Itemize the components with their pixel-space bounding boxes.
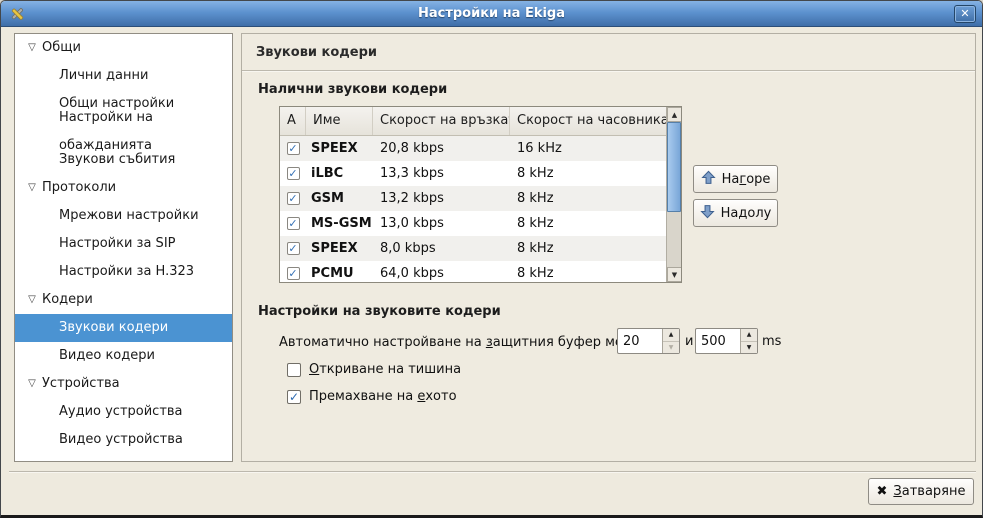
scroll-down-icon: ▼: [672, 271, 677, 279]
up-arrow-icon: [701, 170, 716, 189]
jitter-min-input[interactable]: [618, 329, 662, 353]
close-x-icon: ✖: [877, 484, 888, 499]
codec-checkbox[interactable]: ✓: [287, 192, 300, 205]
available-codecs-label: Налични звукови кодери: [258, 82, 447, 97]
sidebar-group-devices[interactable]: ▽ Устройства: [15, 370, 232, 398]
sidebar-item-call-options[interactable]: Настройки на обажданията: [15, 118, 232, 146]
codec-checkbox[interactable]: ✓: [287, 217, 300, 230]
sidebar-group-codecs[interactable]: ▽ Кодери: [15, 286, 232, 314]
table-row[interactable]: ✓ iLBC 13,3 kbps 8 kHz: [280, 161, 668, 186]
spin-down-icon: ▼: [669, 344, 674, 351]
sidebar-item-h323-settings[interactable]: Настройки за H.323: [15, 258, 232, 286]
close-button[interactable]: ✖ Затваряне: [868, 478, 974, 505]
close-icon: ✕: [960, 7, 969, 20]
codec-table: A Име Скорост на връзката Скорост на час…: [279, 106, 682, 283]
move-up-label: Нагоре: [722, 172, 771, 187]
jitter-buffer-label: Автоматично настройване на защитния буфе…: [279, 335, 651, 350]
codec-checkbox[interactable]: ✓: [287, 267, 300, 280]
scroll-down-button[interactable]: ▼: [667, 267, 682, 282]
move-down-label: Надолу: [721, 206, 772, 221]
window-title: Настройки на Ekiga: [1, 6, 982, 21]
column-header-name[interactable]: Име: [306, 107, 373, 135]
table-row[interactable]: ✓ SPEEX 20,8 kbps 16 kHz: [280, 136, 668, 161]
column-header-bandwidth[interactable]: Скорост на връзката: [373, 107, 510, 135]
codec-checkbox[interactable]: ✓: [287, 167, 300, 180]
table-row[interactable]: ✓ GSM 13,2 kbps 8 kHz: [280, 186, 668, 211]
move-up-button[interactable]: Нагоре: [693, 165, 778, 193]
table-row[interactable]: ✓ SPEEX 8,0 kbps 8 kHz: [280, 236, 668, 261]
title-separator: [242, 70, 975, 72]
main-panel: Звукови кодери Налични звукови кодери A …: [241, 33, 976, 462]
jitter-max-input[interactable]: [696, 329, 740, 353]
scroll-up-icon: ▲: [672, 111, 677, 119]
echo-cancellation-checkbox[interactable]: ✓: [287, 390, 301, 404]
silence-detection-checkbox[interactable]: [287, 363, 301, 377]
tools-icon: [8, 5, 26, 23]
down-arrow-icon: [700, 204, 715, 223]
silence-detection-row: Откриване на тишина: [287, 362, 461, 377]
sidebar-group-protocols[interactable]: ▽ Протоколи: [15, 174, 232, 202]
echo-cancellation-label: Премахване на ехото: [309, 389, 457, 404]
table-scrollbar[interactable]: ▲ ▼: [666, 107, 681, 282]
footer-separator: [9, 471, 976, 473]
sidebar-group-general[interactable]: ▽ Общи: [15, 34, 232, 62]
codec-checkbox[interactable]: ✓: [287, 242, 300, 255]
table-row[interactable]: ✓ PCMU 64,0 kbps 8 kHz: [280, 261, 668, 283]
spin-up-button[interactable]: ▲: [663, 329, 679, 341]
jitter-min-spinner: ▲ ▼: [617, 328, 680, 354]
jitter-unit-label: ms: [762, 334, 781, 349]
spin-down-icon: ▼: [747, 344, 752, 351]
preferences-window: Настройки на Ekiga ✕ ▽ Общи Лични данни …: [0, 0, 983, 518]
sidebar-tree: ▽ Общи Лични данни Общи настройки Настро…: [14, 33, 233, 462]
sidebar-item-network-settings[interactable]: Мрежови настройки: [15, 202, 232, 230]
spin-down-button[interactable]: ▼: [663, 341, 679, 353]
titlebar[interactable]: Настройки на Ekiga ✕: [1, 1, 982, 27]
expander-icon[interactable]: ▽: [23, 174, 41, 202]
expander-icon[interactable]: ▽: [23, 286, 41, 314]
jitter-max-spinner: ▲ ▼: [695, 328, 758, 354]
spin-up-button[interactable]: ▲: [741, 329, 757, 341]
expander-icon[interactable]: ▽: [23, 34, 41, 62]
move-down-button[interactable]: Надолу: [693, 199, 778, 227]
expander-icon[interactable]: ▽: [23, 370, 41, 398]
window-close-button[interactable]: ✕: [954, 5, 976, 23]
codec-table-header: A Име Скорост на връзката Скорост на час…: [280, 107, 681, 136]
sidebar-item-personal-data[interactable]: Лични данни: [15, 62, 232, 90]
jitter-conjunction: и: [685, 334, 693, 349]
column-header-active[interactable]: A: [280, 107, 306, 135]
codec-settings-label: Настройки на звуковите кодери: [258, 304, 501, 319]
sidebar-item-video-devices[interactable]: Видео устройства: [15, 426, 232, 454]
scroll-up-button[interactable]: ▲: [667, 107, 682, 122]
scrollbar-thumb[interactable]: [667, 122, 681, 212]
table-row[interactable]: ✓ MS-GSM 13,0 kbps 8 kHz: [280, 211, 668, 236]
column-header-clockrate[interactable]: Скорост на часовника: [510, 107, 668, 135]
sidebar-item-video-codecs[interactable]: Видео кодери: [15, 342, 232, 370]
codec-checkbox[interactable]: ✓: [287, 142, 300, 155]
silence-detection-label: Откриване на тишина: [309, 362, 461, 377]
echo-cancellation-row: ✓ Премахване на ехото: [287, 389, 457, 404]
spin-down-button[interactable]: ▼: [741, 341, 757, 353]
spin-up-icon: ▲: [747, 331, 752, 338]
page-title: Звукови кодери: [256, 45, 377, 60]
sidebar-item-audio-devices[interactable]: Аудио устройства: [15, 398, 232, 426]
sidebar-item-audio-codecs[interactable]: Звукови кодери: [15, 314, 232, 342]
sidebar-item-sip-settings[interactable]: Настройки за SIP: [15, 230, 232, 258]
spin-up-icon: ▲: [669, 331, 674, 338]
close-button-label: Затваряне: [893, 484, 965, 499]
